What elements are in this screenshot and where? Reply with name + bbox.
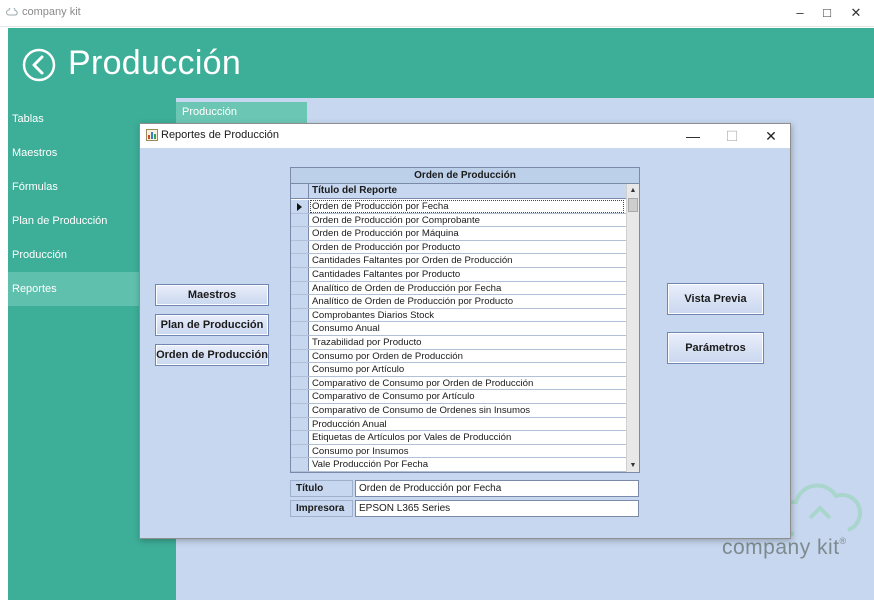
- reportes-dialog: Reportes de Producción — ☐ ✕ Maestros Pl…: [139, 123, 791, 539]
- dialog-minimize-button[interactable]: —: [682, 127, 704, 145]
- table-row[interactable]: Comprobantes Diarios Stock: [291, 308, 626, 323]
- maestros-button[interactable]: Maestros: [155, 284, 269, 306]
- maximize-button[interactable]: □: [817, 4, 837, 22]
- report-title-cell: Vale Producción Por Fecha: [312, 459, 429, 471]
- table-row[interactable]: Trazabilidad por Producto: [291, 335, 626, 350]
- row-selector[interactable]: [291, 213, 309, 227]
- reports-grid[interactable]: Orden de Producción Título del Reporte O…: [290, 167, 640, 473]
- report-title-cell: Producción Anual: [312, 418, 387, 430]
- row-selector[interactable]: [291, 335, 309, 349]
- row-selector[interactable]: [291, 227, 309, 240]
- window-titlebar: company kit – □ ✕: [0, 0, 874, 27]
- row-selector[interactable]: [291, 417, 309, 431]
- plan-de-produccion-button[interactable]: Plan de Producción: [155, 314, 269, 336]
- current-row-arrow-icon: [297, 203, 302, 211]
- report-title-cell: Cantidades Faltantes por Orden de Produc…: [312, 255, 513, 267]
- grid-header-selector: [291, 184, 309, 199]
- report-title-cell: Etiquetas de Artículos por Vales de Prod…: [312, 432, 512, 444]
- dialog-title: Reportes de Producción: [161, 129, 280, 141]
- back-arrow-circle-icon[interactable]: [22, 48, 56, 82]
- table-row[interactable]: Etiquetas de Artículos por Vales de Prod…: [291, 431, 626, 445]
- table-row[interactable]: Consumo por Insumos: [291, 444, 626, 459]
- row-selector[interactable]: [291, 431, 309, 444]
- row-selector[interactable]: [291, 390, 309, 403]
- table-row[interactable]: Orden de Producción por Comprobante: [291, 213, 626, 228]
- row-selector[interactable]: [291, 267, 309, 281]
- vista-previa-button[interactable]: Vista Previa: [667, 283, 764, 315]
- dialog-titlebar: Reportes de Producción — ☐ ✕: [140, 124, 790, 148]
- window-title: company kit: [22, 6, 81, 18]
- watermark-text: company kit®: [722, 536, 847, 559]
- dialog-close-button[interactable]: ✕: [760, 127, 782, 145]
- page-header: Producción: [8, 28, 874, 98]
- orden-de-produccion-button[interactable]: Orden de Producción: [155, 344, 269, 366]
- row-selector[interactable]: [291, 295, 309, 308]
- tab-produccion[interactable]: Producción: [176, 102, 307, 124]
- report-title-cell: Analítico de Orden de Producción por Fec…: [312, 282, 502, 294]
- report-title-cell: Orden de Producción por Producto: [312, 241, 461, 253]
- table-row[interactable]: Comparativo de Consumo por Artículo: [291, 390, 626, 404]
- parametros-button[interactable]: Parámetros: [667, 332, 764, 364]
- table-row[interactable]: Consumo por Orden de Producción: [291, 349, 626, 364]
- report-title-cell: Trazabilidad por Producto: [312, 336, 422, 348]
- row-selector[interactable]: [291, 376, 309, 390]
- impresora-field[interactable]: [355, 500, 639, 517]
- row-selector[interactable]: [291, 349, 309, 363]
- table-row[interactable]: Cantidades Faltantes por Producto: [291, 267, 626, 282]
- row-selector[interactable]: [291, 240, 309, 254]
- table-row[interactable]: Cantidades Faltantes por Orden de Produc…: [291, 254, 626, 268]
- scroll-up-icon[interactable]: ▲: [627, 184, 639, 197]
- table-row[interactable]: Analítico de Orden de Producción por Pro…: [291, 295, 626, 309]
- report-title-cell: Consumo por Orden de Producción: [312, 350, 463, 362]
- minimize-button[interactable]: –: [790, 4, 810, 22]
- report-title-cell: Analítico de Orden de Producción por Pro…: [312, 296, 514, 308]
- report-title-cell: Comparativo de Consumo por Artículo: [312, 391, 475, 403]
- titulo-label: Título: [290, 480, 353, 497]
- report-title-cell: Orden de Producción por Máquina: [312, 228, 459, 240]
- row-selector[interactable]: [291, 363, 309, 376]
- table-row[interactable]: Consumo Anual: [291, 322, 626, 336]
- page-title: Producción: [68, 44, 242, 82]
- grid-rows: Orden de Producción por Fecha Orden de Pr…: [291, 200, 626, 472]
- table-row[interactable]: Orden de Producción por Máquina: [291, 227, 626, 241]
- report-title-cell: Comparativo de Consumo de Ordenes sin In…: [312, 404, 531, 416]
- row-selector[interactable]: [291, 308, 309, 322]
- report-title-cell: Consumo por Insumos: [312, 445, 409, 457]
- row-selector[interactable]: [291, 200, 309, 213]
- close-button[interactable]: ✕: [846, 4, 866, 22]
- row-selector[interactable]: [291, 254, 309, 267]
- report-title-cell: Comparativo de Consumo por Orden de Prod…: [312, 377, 534, 389]
- row-selector[interactable]: [291, 322, 309, 335]
- report-title-cell: Consumo por Artículo: [312, 364, 405, 376]
- report-title-cell: Orden de Producción por Fecha: [310, 200, 624, 213]
- report-title-cell: Comprobantes Diarios Stock: [312, 309, 435, 321]
- report-title-cell: Consumo Anual: [312, 323, 380, 335]
- impresora-label: Impresora: [290, 500, 353, 517]
- row-selector[interactable]: [291, 403, 309, 417]
- table-row[interactable]: Analítico de Orden de Producción por Fec…: [291, 281, 626, 296]
- report-chart-icon: [146, 129, 158, 141]
- table-row[interactable]: Comparativo de Consumo de Ordenes sin In…: [291, 403, 626, 418]
- titulo-field[interactable]: [355, 480, 639, 497]
- scroll-thumb[interactable]: [628, 198, 638, 212]
- table-row[interactable]: Vale Producción Por Fecha: [291, 458, 626, 472]
- grid-caption: Orden de Producción: [291, 168, 639, 184]
- table-row[interactable]: Orden de Producción por Fecha: [291, 200, 626, 214]
- table-row[interactable]: Comparativo de Consumo por Orden de Prod…: [291, 376, 626, 391]
- column-header-titulo[interactable]: Título del Reporte: [312, 185, 397, 196]
- dialog-maximize-button[interactable]: ☐: [721, 127, 743, 145]
- row-selector[interactable]: [291, 458, 309, 471]
- scroll-down-icon[interactable]: ▼: [627, 459, 639, 472]
- table-row[interactable]: Producción Anual: [291, 417, 626, 432]
- row-selector[interactable]: [291, 281, 309, 295]
- grid-scrollbar[interactable]: ▲ ▼: [626, 184, 639, 472]
- report-title-cell: Orden de Producción por Comprobante: [312, 214, 480, 226]
- grid-header-row: Título del Reporte: [291, 184, 639, 199]
- table-row[interactable]: Consumo por Artículo: [291, 363, 626, 377]
- report-title-cell: Cantidades Faltantes por Producto: [312, 268, 461, 280]
- row-selector[interactable]: [291, 444, 309, 458]
- cloud-logo-icon: [6, 8, 18, 16]
- table-row[interactable]: Orden de Producción por Producto: [291, 240, 626, 255]
